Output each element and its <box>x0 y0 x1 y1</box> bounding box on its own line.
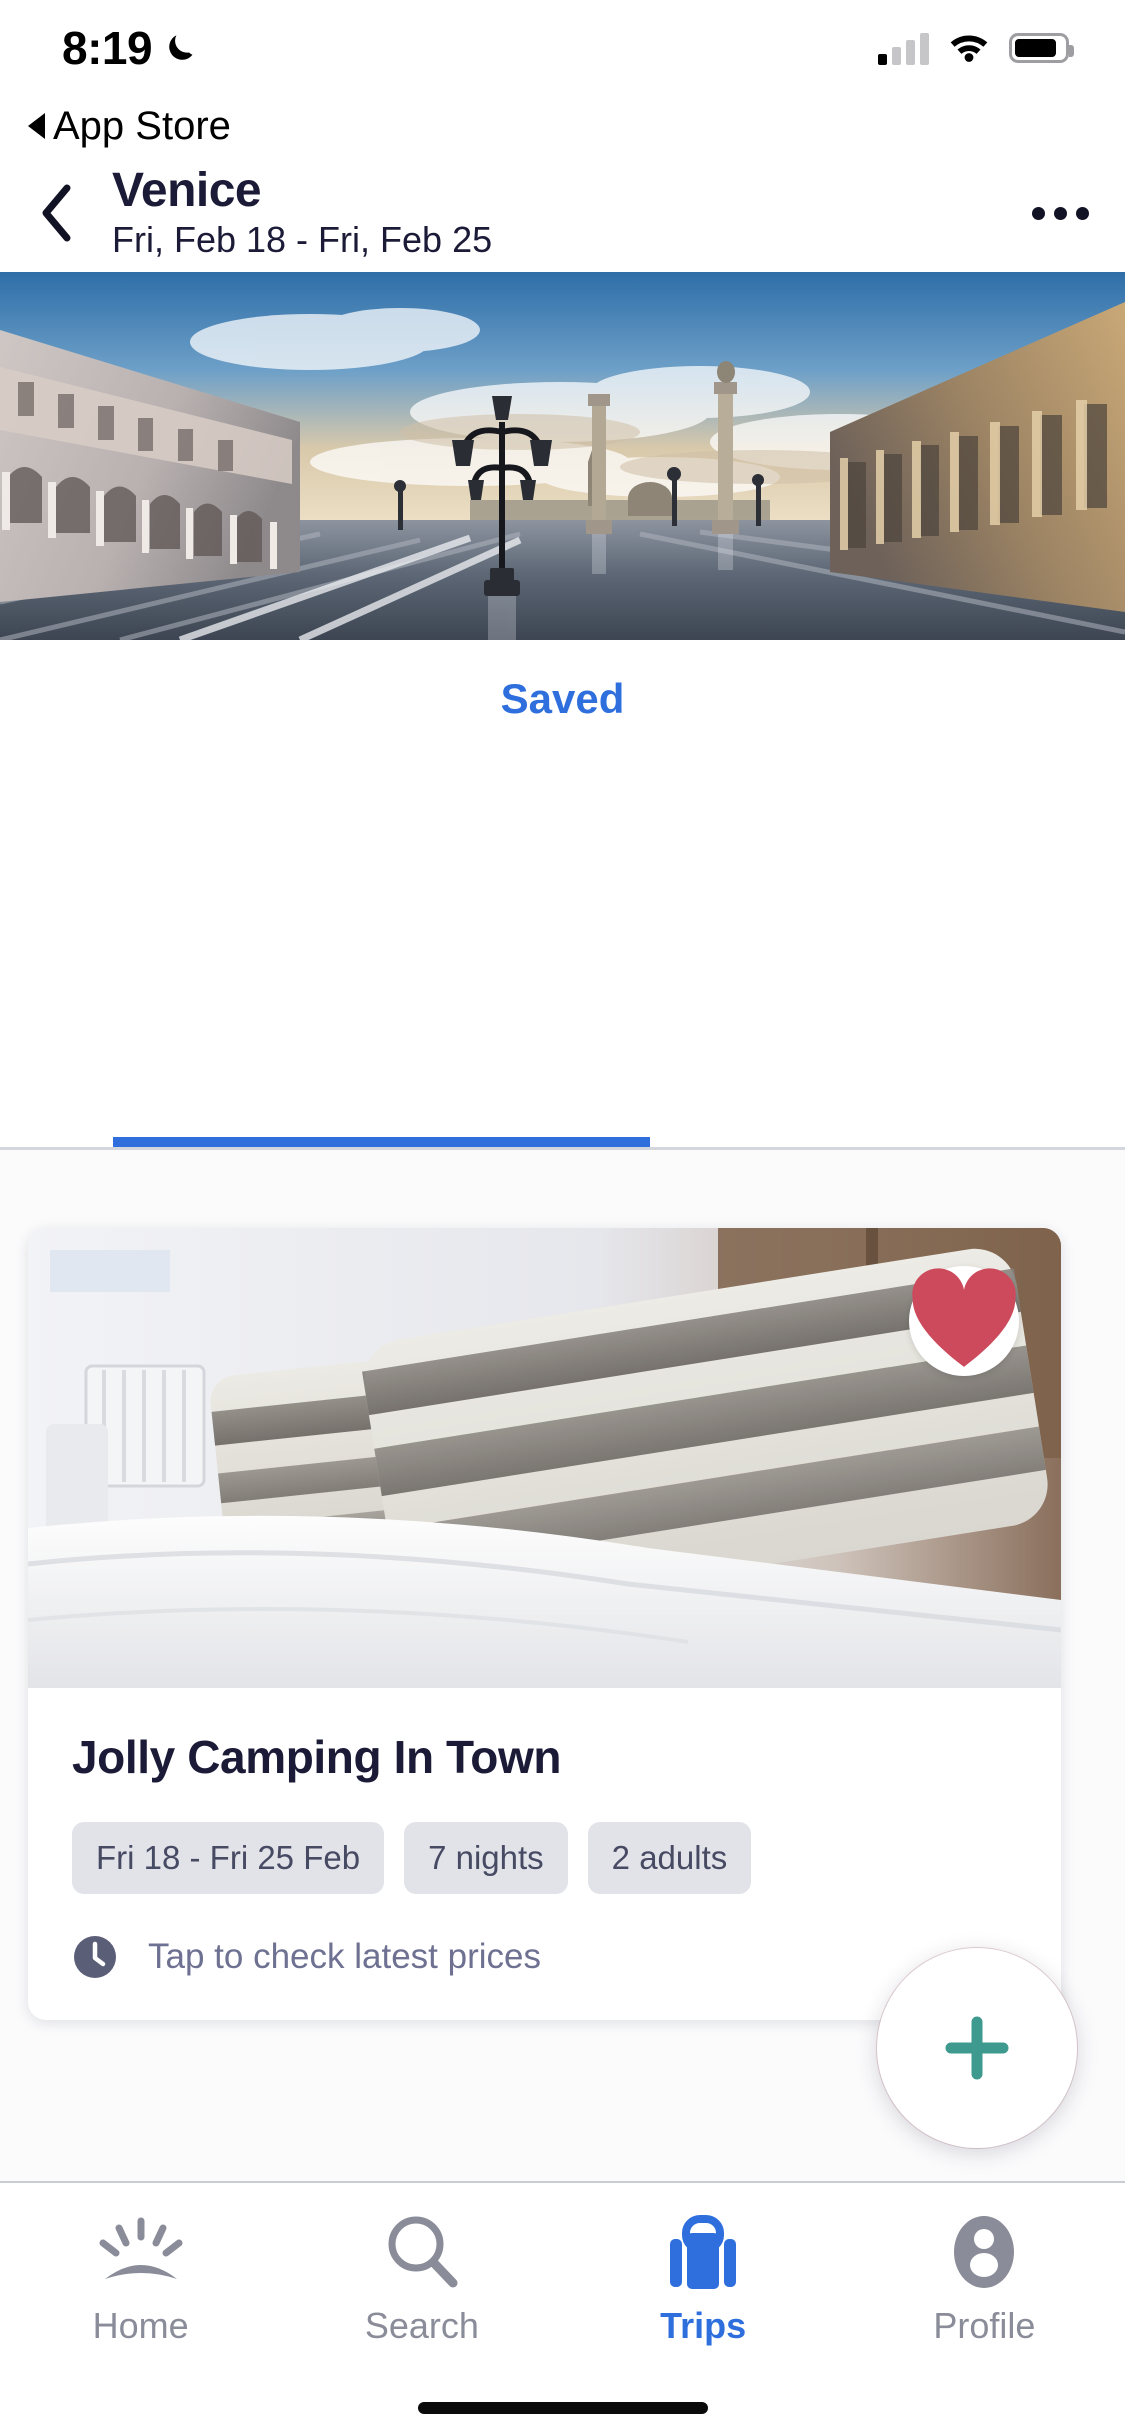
venice-hero-image <box>0 272 1125 640</box>
card-body: Jolly Camping In Town Fri 18 - Fri 25 Fe… <box>28 1688 1061 2020</box>
tab-home[interactable]: Home <box>0 2213 281 2347</box>
add-item-fab[interactable] <box>877 1948 1077 2148</box>
saved-hotel-card[interactable]: Jolly Camping In Town Fri 18 - Fri 25 Fe… <box>28 1228 1061 2020</box>
bottom-tab-bar: Home Search Trips Profile <box>0 2181 1125 2436</box>
chip-guests: 2 adults <box>587 1822 752 1894</box>
tab-saved[interactable]: Saved <box>0 640 1125 758</box>
tab-saved-label: Saved <box>500 675 625 722</box>
check-prices-label: Tap to check latest prices <box>148 1937 541 1976</box>
trip-detail-chips: Fri 18 - Fri 25 Feb 7 nights 2 adults <box>72 1822 1017 1894</box>
home-indicator[interactable] <box>417 2402 708 2414</box>
crescent-moon-icon <box>164 31 198 65</box>
ellipsis-dot <box>1053 206 1067 220</box>
tab-search[interactable]: Search <box>281 2213 562 2347</box>
status-bar-clock: 8:19 <box>62 22 153 74</box>
ellipsis-dot <box>1031 206 1045 220</box>
plus-icon <box>945 2016 1009 2080</box>
back-triangle-icon <box>28 113 45 139</box>
chip-dates: Fri 18 - Fri 25 Feb <box>72 1822 385 1894</box>
tab-trips[interactable]: Trips <box>563 2213 844 2347</box>
tab-active-indicator <box>113 1137 650 1147</box>
trip-date-range: Fri, Feb 18 - Fri, Feb 25 <box>112 219 493 261</box>
return-to-app-store-button[interactable]: App Store <box>28 96 231 156</box>
status-bar: 8:19 <box>0 0 1125 96</box>
chevron-left-icon <box>42 184 71 242</box>
tab-search-label: Search <box>364 2305 479 2346</box>
cellular-signal-icon <box>878 31 929 65</box>
person-icon <box>945 2213 1023 2291</box>
status-bar-left: 8:19 <box>62 21 198 75</box>
check-prices-row[interactable]: Tap to check latest prices <box>72 1934 1017 1980</box>
favorite-button[interactable] <box>909 1266 1019 1376</box>
heart-icon <box>912 1268 1016 1367</box>
return-app-label: App Store <box>53 103 231 148</box>
app-screen: 8:19 App Store Venice Fri, Feb 18 - Fri,… <box>0 0 1125 2436</box>
navigation-bar: Venice Fri, Feb 18 - Fri, Feb 25 <box>0 158 1125 268</box>
clock-icon <box>72 1934 118 1980</box>
search-icon <box>383 2213 461 2291</box>
back-button[interactable] <box>0 158 112 268</box>
hotel-name: Jolly Camping In Town <box>72 1731 562 1783</box>
hotel-bedroom-pillows-photo <box>28 1228 1061 1688</box>
tab-profile-label: Profile <box>933 2305 1036 2346</box>
trip-tabs: Saved <box>0 640 1125 780</box>
sunrise-icon <box>95 2213 187 2291</box>
tab-home-label: Home <box>92 2305 189 2346</box>
chip-nights: 7 nights <box>404 1822 568 1894</box>
tab-profile[interactable]: Profile <box>844 2213 1125 2347</box>
tab-trips-label: Trips <box>660 2305 747 2346</box>
page-title: Venice <box>112 164 262 217</box>
ellipsis-dot <box>1075 206 1089 220</box>
nav-title-block: Venice Fri, Feb 18 - Fri, Feb 25 <box>112 164 995 261</box>
wifi-icon <box>947 30 991 67</box>
suitcase-icon <box>662 2213 744 2291</box>
status-bar-right <box>878 30 1074 67</box>
battery-icon <box>1009 33 1074 63</box>
more-options-button[interactable] <box>995 158 1125 268</box>
